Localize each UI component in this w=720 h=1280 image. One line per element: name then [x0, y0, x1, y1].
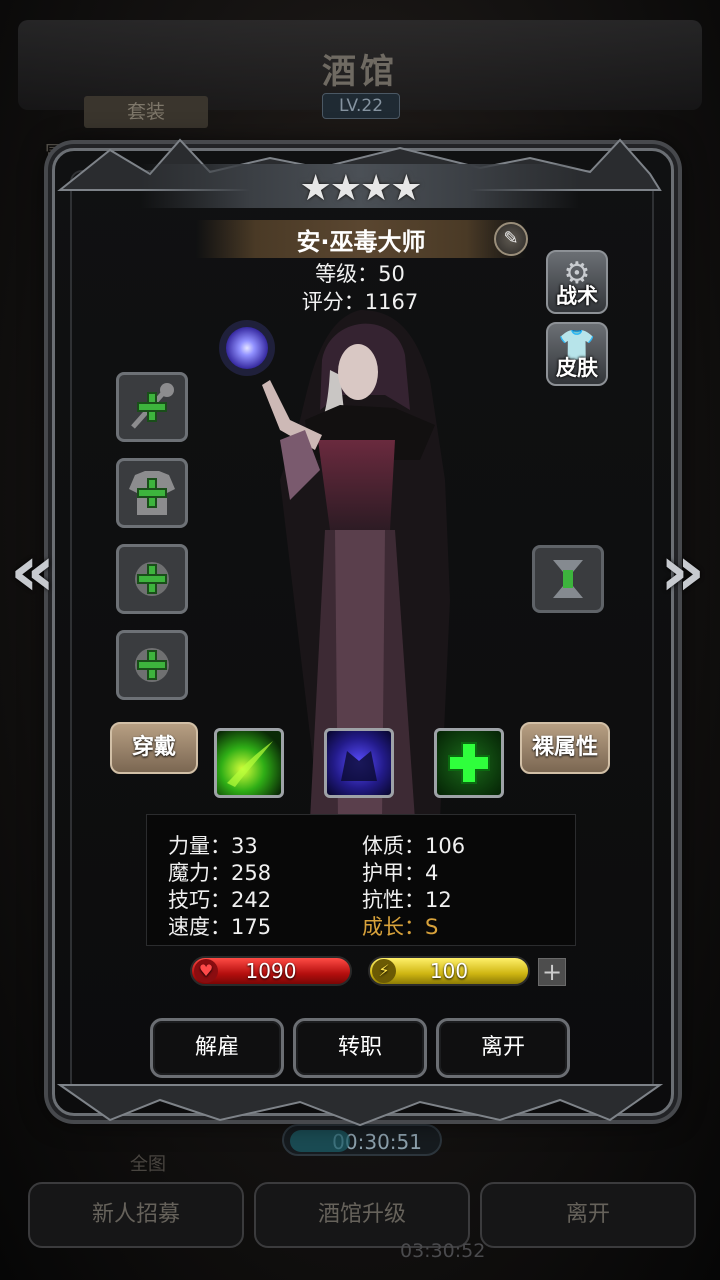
skill-slot-3[interactable] — [434, 728, 504, 798]
tavern-level-badge: LV.22 — [322, 93, 400, 119]
dismiss-button[interactable]: 解雇 — [150, 1018, 284, 1078]
tactics-button[interactable]: ⚙ 战术 — [546, 250, 608, 314]
stat-magic: 魔力：258 — [168, 861, 272, 885]
tavern-upgrade-button[interactable]: 酒馆升级 — [254, 1182, 470, 1248]
change-class-button[interactable]: 转职 — [293, 1018, 427, 1078]
secondary-timer: 03:30:52 — [400, 1240, 486, 1262]
base-attributes-button[interactable]: 裸属性 — [520, 722, 610, 774]
stat-armor: 护甲：4 — [362, 861, 439, 885]
energy-bar: ⚡ 100 — [368, 956, 530, 986]
suit-tab[interactable]: 套装 — [84, 96, 208, 128]
map-label: 全图 — [130, 1154, 166, 1175]
hero-level: 等级：50 — [315, 262, 405, 286]
hero-name: 安·巫毒大师 — [296, 228, 426, 256]
previous-hero-arrow[interactable]: « — [10, 530, 55, 612]
swap-arrows-icon — [553, 560, 583, 598]
stat-constitution: 体质：106 — [362, 834, 466, 858]
tavern-title: 酒馆 — [322, 52, 398, 92]
add-energy-button[interactable]: + — [538, 958, 566, 986]
skin-button[interactable]: 👕 皮肤 — [546, 322, 608, 386]
poison-claw-icon — [227, 741, 273, 787]
next-hero-arrow[interactable]: » — [660, 530, 705, 612]
tavern-leave-button[interactable]: 离开 — [480, 1182, 696, 1248]
stat-growth: 成长：S — [362, 915, 439, 939]
accessory-slot-1[interactable] — [116, 544, 188, 614]
stat-resistance: 抗性：12 — [362, 888, 452, 912]
weapon-slot[interactable] — [116, 372, 188, 442]
wear-button[interactable]: 穿戴 — [110, 722, 198, 774]
heart-icon: ♥ — [194, 959, 218, 983]
heal-cross-icon — [448, 742, 490, 784]
recruit-button[interactable]: 新人招募 — [28, 1182, 244, 1248]
hp-value: 1090 — [245, 959, 297, 983]
skill-slot-2[interactable] — [324, 728, 394, 798]
shadow-beast-icon — [341, 751, 377, 781]
accessory-slot-2[interactable] — [116, 630, 188, 700]
stat-skill: 技巧：242 — [168, 888, 272, 912]
leave-button[interactable]: 离开 — [436, 1018, 570, 1078]
skin-label: 皮肤 — [556, 356, 598, 380]
add-icon — [137, 564, 167, 594]
pencil-icon: ✎ — [503, 228, 519, 249]
armor-slot[interactable] — [116, 458, 188, 528]
stat-strength: 力量：33 — [168, 834, 258, 858]
tactics-label: 战术 — [556, 284, 598, 308]
stat-speed: 速度：175 — [168, 915, 272, 939]
add-icon — [137, 650, 167, 680]
energy-value: 100 — [429, 959, 469, 983]
add-icon — [137, 478, 167, 508]
dialog-bottom-ornament — [56, 1084, 664, 1127]
skill-slot-1[interactable] — [214, 728, 284, 798]
hero-star-rating: ★★★★ — [299, 168, 422, 209]
lightning-icon: ⚡ — [372, 959, 396, 983]
hp-bar: ♥ 1090 — [190, 956, 352, 986]
rename-button[interactable]: ✎ — [494, 222, 528, 256]
swap-button[interactable] — [532, 545, 604, 613]
add-icon — [137, 392, 167, 422]
